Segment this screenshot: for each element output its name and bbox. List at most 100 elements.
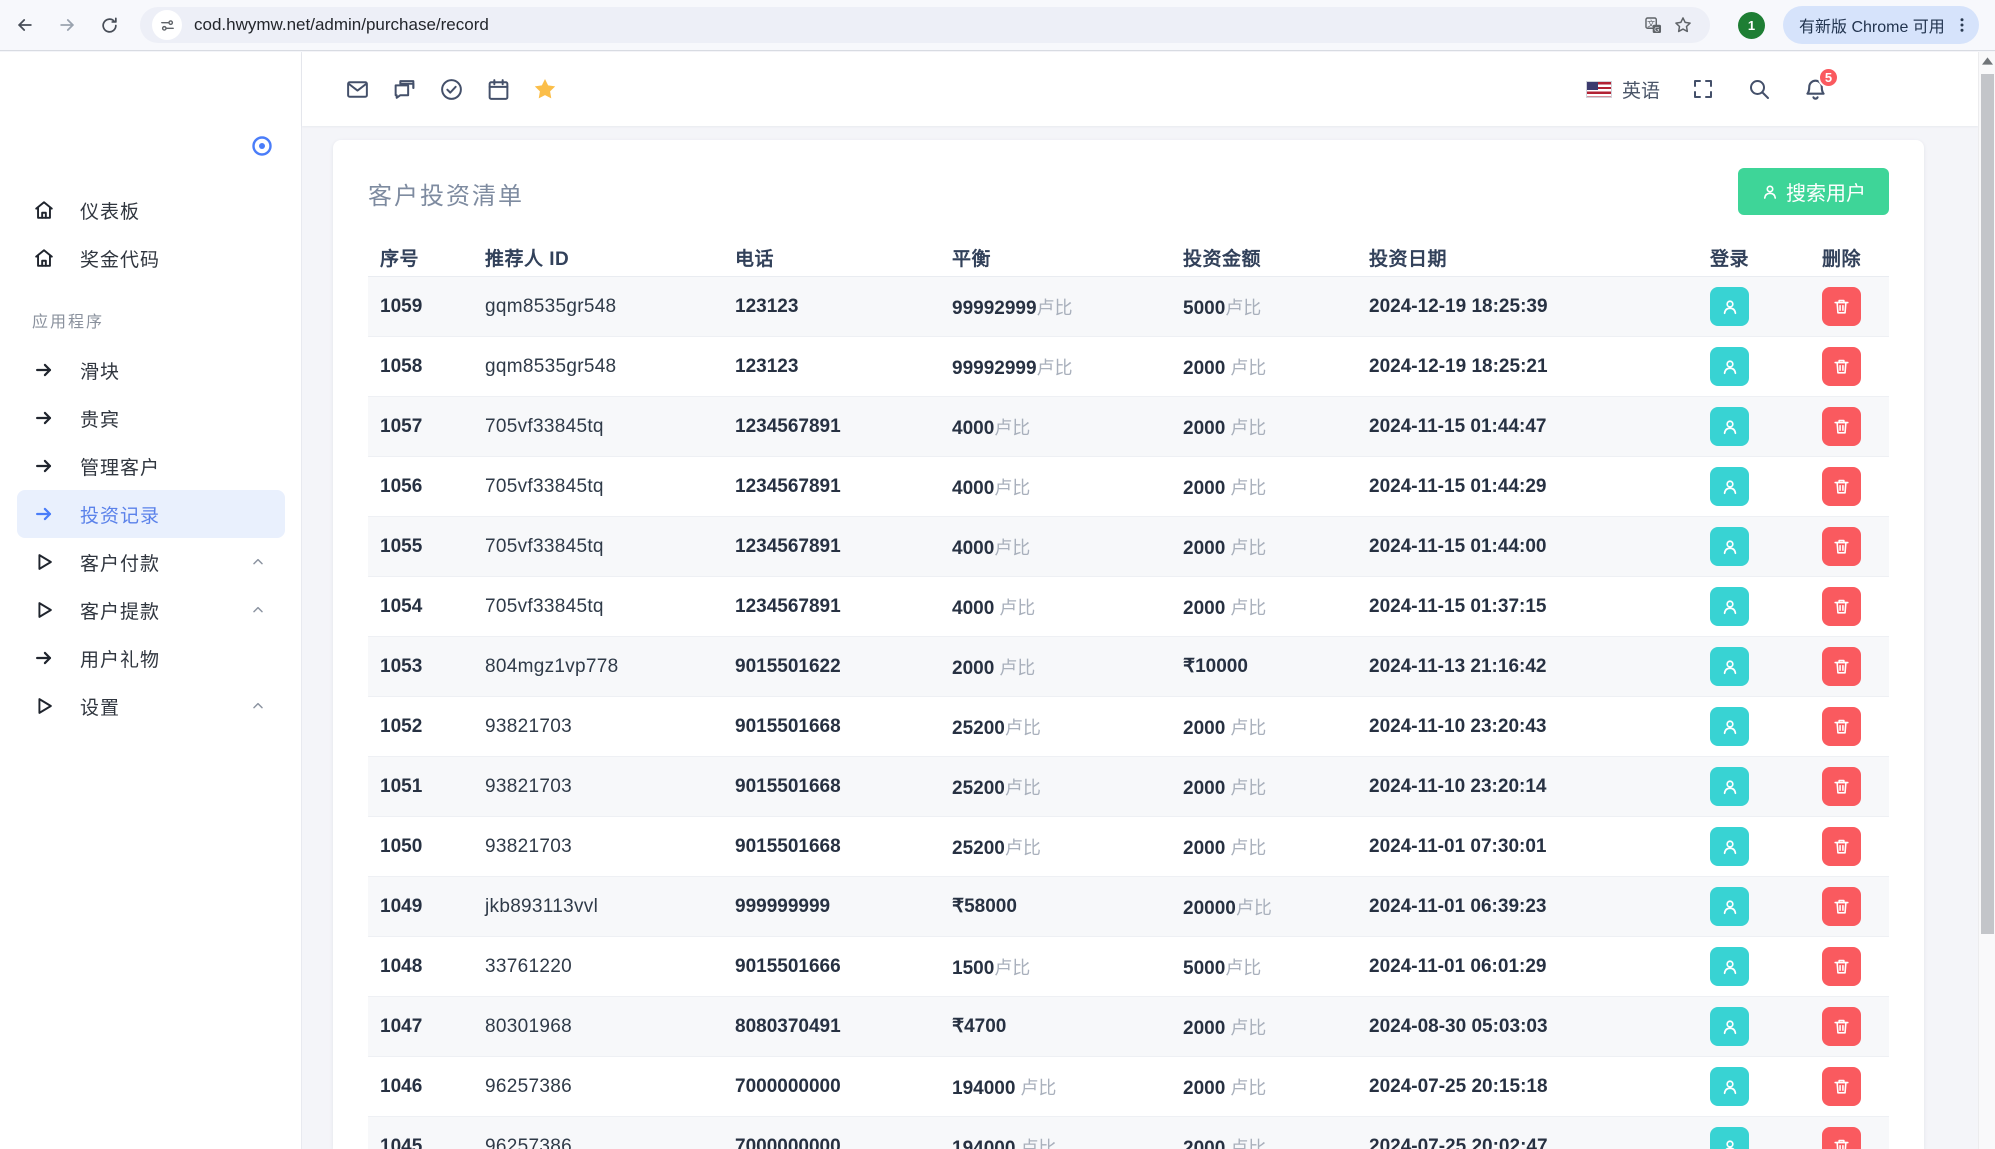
cell-referrer-id: 96257386	[473, 1136, 723, 1149]
delete-record-button[interactable]	[1822, 347, 1861, 386]
home-icon	[32, 198, 56, 222]
login-as-user-button[interactable]	[1710, 647, 1749, 686]
cell-referrer-id: jkb893113vvl	[473, 896, 723, 918]
sidebar-toggle-icon[interactable]	[250, 134, 274, 158]
scrollbar-thumb[interactable]	[1981, 74, 1994, 934]
site-settings-icon[interactable]	[152, 10, 182, 40]
cell-serial: 1057	[368, 416, 473, 438]
delete-record-button[interactable]	[1822, 947, 1861, 986]
search-user-button[interactable]: 搜索用户	[1738, 168, 1889, 215]
check-circle-icon[interactable]	[438, 76, 464, 102]
sidebar-item[interactable]: 奖金代码	[0, 234, 302, 282]
delete-record-button[interactable]	[1822, 887, 1861, 926]
scroll-up-arrow[interactable]	[1979, 52, 1995, 69]
forward-button[interactable]	[50, 8, 84, 42]
chevron-up-icon	[250, 554, 266, 570]
cell-amount: ₹10000	[1171, 655, 1357, 678]
bookmark-star-icon[interactable]	[1668, 10, 1698, 40]
delete-record-button[interactable]	[1822, 1127, 1861, 1149]
page-scrollbar[interactable]	[1978, 52, 1995, 1149]
chat-icon[interactable]	[391, 76, 417, 102]
sidebar-item[interactable]: 贵宾	[0, 394, 302, 442]
login-as-user-button[interactable]	[1710, 827, 1749, 866]
cell-referrer-id: 705vf33845tq	[473, 416, 723, 438]
fullscreen-icon[interactable]	[1690, 76, 1716, 102]
login-as-user-button[interactable]	[1710, 347, 1749, 386]
login-as-user-button[interactable]	[1710, 287, 1749, 326]
delete-record-button[interactable]	[1822, 407, 1861, 446]
cell-referrer-id: 705vf33845tq	[473, 536, 723, 558]
cell-amount: 2000 卢比	[1171, 1134, 1357, 1149]
app-header: 英语 5	[302, 52, 1978, 126]
profile-avatar[interactable]: 1	[1738, 12, 1765, 39]
cell-referrer-id: gqm8535gr548	[473, 296, 723, 318]
star-icon[interactable]	[532, 76, 558, 102]
person-icon	[1761, 183, 1779, 201]
chrome-update-pill[interactable]: 有新版 Chrome 可用	[1783, 6, 1979, 44]
search-icon[interactable]	[1746, 76, 1772, 102]
login-as-user-button[interactable]	[1710, 707, 1749, 746]
sidebar-item[interactable]: 投资记录	[17, 490, 285, 538]
mail-icon[interactable]	[344, 76, 370, 102]
login-as-user-button[interactable]	[1710, 587, 1749, 626]
sidebar-item[interactable]: 管理客户	[0, 442, 302, 490]
login-as-user-button[interactable]	[1710, 767, 1749, 806]
calendar-icon[interactable]	[485, 76, 511, 102]
delete-record-button[interactable]	[1822, 647, 1861, 686]
cell-date: 2024-11-15 01:44:00	[1357, 536, 1698, 558]
login-as-user-button[interactable]	[1710, 1007, 1749, 1046]
table-row: 1054 705vf33845tq 1234567891 4000 卢比 200…	[368, 577, 1889, 637]
sidebar-item[interactable]: 设置	[0, 682, 302, 730]
delete-record-button[interactable]	[1822, 587, 1861, 626]
login-as-user-button[interactable]	[1710, 1127, 1749, 1149]
cell-phone: 9015501668	[723, 716, 940, 738]
column-header: 推荐人 ID	[473, 244, 723, 271]
login-as-user-button[interactable]	[1710, 407, 1749, 446]
reload-button[interactable]	[92, 8, 126, 42]
sidebar-item[interactable]: 客户付款	[0, 538, 302, 586]
cell-amount: 2000 卢比	[1171, 594, 1357, 620]
address-bar[interactable]: cod.hwymw.net/admin/purchase/record 文G	[140, 7, 1710, 43]
search-user-label: 搜索用户	[1786, 177, 1866, 206]
cell-serial: 1050	[368, 836, 473, 858]
browser-menu-icon[interactable]	[1953, 16, 1971, 34]
login-as-user-button[interactable]	[1710, 947, 1749, 986]
cell-date: 2024-12-19 18:25:39	[1357, 296, 1698, 318]
sidebar-item[interactable]: 用户礼物	[0, 634, 302, 682]
cell-phone: 1234567891	[723, 596, 940, 618]
cell-balance: 2000 卢比	[940, 654, 1171, 680]
login-as-user-button[interactable]	[1710, 1067, 1749, 1106]
translate-icon[interactable]: 文G	[1638, 10, 1668, 40]
url-text[interactable]: cod.hwymw.net/admin/purchase/record	[194, 15, 1638, 35]
delete-record-button[interactable]	[1822, 767, 1861, 806]
cell-phone: 1234567891	[723, 476, 940, 498]
delete-record-button[interactable]	[1822, 287, 1861, 326]
sidebar-item[interactable]: 客户提款	[0, 586, 302, 634]
sidebar-item[interactable]: 仪表板	[0, 186, 302, 234]
column-header: 电话	[723, 244, 940, 271]
back-button[interactable]	[8, 8, 42, 42]
play-triangle-icon	[32, 694, 56, 718]
header-shortcut-icons	[344, 76, 558, 102]
arrow-right-icon	[32, 358, 56, 382]
sidebar-menu: 仪表板 奖金代码 应用程序 滑块 贵宾 管理客户 投	[0, 186, 302, 730]
cell-balance: 194000 卢比	[940, 1074, 1171, 1100]
delete-record-button[interactable]	[1822, 1007, 1861, 1046]
language-switcher[interactable]: 英语	[1586, 76, 1660, 103]
login-as-user-button[interactable]	[1710, 887, 1749, 926]
cell-balance: 194000 卢比	[940, 1134, 1171, 1149]
table-row: 1047 80301968 8080370491 ₹4700 2000 卢比 2…	[368, 997, 1889, 1057]
delete-record-button[interactable]	[1822, 467, 1861, 506]
cell-phone: 8080370491	[723, 1016, 940, 1038]
delete-record-button[interactable]	[1822, 827, 1861, 866]
cell-referrer-id: gqm8535gr548	[473, 356, 723, 378]
delete-record-button[interactable]	[1822, 527, 1861, 566]
cell-date: 2024-12-19 18:25:21	[1357, 356, 1698, 378]
login-as-user-button[interactable]	[1710, 527, 1749, 566]
login-as-user-button[interactable]	[1710, 467, 1749, 506]
cell-serial: 1054	[368, 596, 473, 618]
delete-record-button[interactable]	[1822, 1067, 1861, 1106]
delete-record-button[interactable]	[1822, 707, 1861, 746]
sidebar-item[interactable]: 滑块	[0, 346, 302, 394]
cell-serial: 1047	[368, 1016, 473, 1038]
